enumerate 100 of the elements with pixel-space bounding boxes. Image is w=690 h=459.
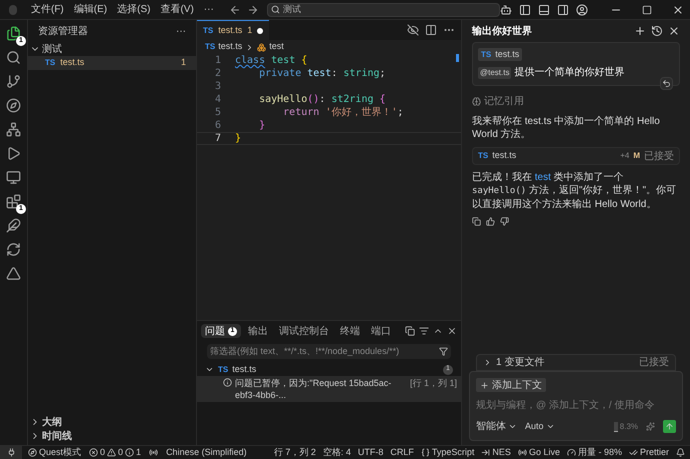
add-context-button[interactable]: 添加上下文 bbox=[476, 378, 546, 392]
forward-arrow-icon[interactable] bbox=[246, 4, 259, 16]
copy-icon[interactable] bbox=[472, 217, 481, 226]
memory-label[interactable]: 记忆引用 bbox=[484, 94, 524, 109]
panel-right-icon[interactable] bbox=[557, 4, 569, 16]
history-icon[interactable] bbox=[651, 25, 663, 37]
model-dropdown[interactable]: Auto bbox=[525, 420, 555, 434]
close-icon[interactable] bbox=[672, 4, 684, 16]
line-number: 5 bbox=[214, 106, 222, 120]
file-chip[interactable]: TS test.ts bbox=[478, 48, 522, 61]
mode-dropdown[interactable]: 智能体 bbox=[476, 419, 517, 434]
code-line: return '你好，世界！'; bbox=[282, 106, 404, 120]
close-icon[interactable] bbox=[447, 326, 457, 336]
menu-item[interactable]: 查看(V) bbox=[155, 2, 199, 17]
status-item[interactable]: Go Live bbox=[518, 446, 560, 459]
mode-status[interactable]: Quest模式 bbox=[28, 446, 82, 459]
code-line: private test: string; bbox=[258, 67, 386, 81]
status-item[interactable]: 用量 - 98% bbox=[566, 446, 622, 459]
blocks-icon[interactable] bbox=[6, 194, 21, 209]
menu-item[interactable]: 编辑(E) bbox=[68, 2, 112, 17]
status-item[interactable]: UTF-8 bbox=[358, 446, 384, 459]
section-header[interactable]: 时间线 bbox=[28, 429, 196, 443]
panel-left-icon[interactable] bbox=[519, 4, 531, 16]
panel-tab[interactable]: 端口 bbox=[367, 324, 395, 338]
file-name: test.ts bbox=[232, 362, 256, 376]
mention-chip[interactable]: @test.ts bbox=[478, 66, 512, 78]
sparkle-icon[interactable] bbox=[646, 422, 655, 431]
monitor-icon[interactable] bbox=[6, 170, 21, 185]
modified-label: M bbox=[633, 150, 640, 162]
code-line: } bbox=[235, 132, 242, 146]
menu-item[interactable]: ··· bbox=[198, 2, 219, 17]
breadcrumb-item[interactable]: test bbox=[269, 40, 284, 54]
brain-icon bbox=[472, 97, 481, 106]
feather-icon[interactable] bbox=[6, 218, 21, 233]
refresh-icon[interactable] bbox=[6, 242, 21, 257]
file-type-label: TS bbox=[203, 24, 214, 36]
search-field[interactable]: 测试 bbox=[266, 2, 500, 16]
editor-tab[interactable]: TS test.ts 1 bbox=[197, 20, 270, 40]
code-line: class test { bbox=[235, 54, 308, 68]
remote-button[interactable] bbox=[0, 446, 22, 459]
search-icon[interactable] bbox=[6, 50, 21, 65]
play-icon[interactable] bbox=[6, 146, 21, 161]
file-item[interactable]: TS test.ts 1 bbox=[28, 56, 196, 70]
plus-icon[interactable] bbox=[634, 25, 646, 37]
undo-button[interactable] bbox=[660, 77, 673, 90]
copy-icon[interactable] bbox=[405, 326, 415, 336]
split-editor-icon[interactable] bbox=[425, 24, 437, 36]
panel-tab[interactable]: 调试控制台 bbox=[275, 324, 333, 338]
error-icon bbox=[89, 448, 98, 457]
language-pack-status[interactable]: Chinese (Simplified) bbox=[166, 446, 247, 459]
file-type-label: TS bbox=[218, 364, 228, 376]
list-icon[interactable] bbox=[419, 326, 429, 336]
network-icon[interactable] bbox=[6, 122, 21, 137]
section-header[interactable]: 大纲 bbox=[28, 415, 196, 429]
thumbs-up-icon[interactable] bbox=[486, 217, 495, 226]
info-icon bbox=[223, 378, 232, 387]
braces-icon bbox=[420, 448, 430, 457]
status-item[interactable]: CRLF bbox=[390, 446, 414, 459]
compass-icon[interactable] bbox=[6, 98, 21, 113]
breadcrumb-item[interactable]: test.ts bbox=[218, 40, 242, 54]
status-item[interactable]: 空格: 4 bbox=[322, 446, 351, 459]
panel-tab[interactable]: 输出 bbox=[244, 324, 272, 338]
thumbs-down-icon[interactable] bbox=[500, 217, 509, 226]
file-change-card[interactable]: TS test.ts +4 M 已接受 bbox=[472, 147, 680, 165]
code-line: sayHello(): st2ring { bbox=[258, 93, 386, 106]
sidebar-title: 资源管理器 bbox=[38, 24, 88, 38]
bot-icon[interactable] bbox=[500, 4, 512, 16]
scrollbar-marker-icon bbox=[456, 54, 459, 62]
files-icon[interactable] bbox=[6, 26, 21, 41]
account-icon[interactable] bbox=[576, 4, 588, 16]
status-item[interactable]: NES bbox=[481, 446, 511, 459]
broadcast-icon[interactable] bbox=[149, 448, 158, 457]
menu-item[interactable]: 文件(F) bbox=[26, 2, 69, 17]
maximize-icon[interactable] bbox=[642, 4, 652, 14]
status-item[interactable]: Prettier bbox=[628, 446, 669, 459]
filter-field[interactable]: 筛选器(例如 text、**/*.ts、!**/node_modules/**) bbox=[207, 344, 451, 359]
changes-label: 1 变更文件 bbox=[496, 356, 544, 370]
chat-input-field[interactable]: 规划与编程，@ 添加上下文，/ 使用命令 bbox=[476, 398, 676, 413]
class-symbol-icon bbox=[257, 42, 266, 52]
status-item[interactable]: TypeScript bbox=[420, 446, 474, 459]
status-item[interactable]: 行 7，列 2 bbox=[274, 446, 316, 459]
triangle-icon[interactable] bbox=[6, 266, 21, 281]
panel-tab[interactable]: 终端 bbox=[336, 324, 364, 338]
problems-status[interactable]: 0 0 1 bbox=[89, 446, 142, 459]
state-label: 已接受 bbox=[644, 150, 674, 164]
more-button[interactable]: ··· bbox=[176, 24, 186, 38]
folder-item[interactable]: 测试 bbox=[28, 42, 196, 56]
problem-count: 1 bbox=[180, 56, 186, 70]
menu-item[interactable]: 选择(S) bbox=[112, 2, 156, 17]
branch-icon[interactable] bbox=[6, 74, 21, 89]
eye-off-icon[interactable] bbox=[407, 24, 419, 36]
close-icon[interactable] bbox=[668, 25, 680, 37]
bell-icon[interactable] bbox=[676, 448, 685, 457]
changes-bar[interactable]: 1 变更文件 已接受 bbox=[476, 354, 676, 371]
panel-bottom-icon[interactable] bbox=[538, 4, 550, 16]
broadcast-icon bbox=[518, 448, 527, 457]
line-number: 6 bbox=[214, 119, 222, 133]
back-arrow-icon[interactable] bbox=[228, 4, 241, 16]
problem-row[interactable]: 问题已暂停，因为:"Request 15bad5ac-ebf3-4bb6-... [行 1，列 1] bbox=[197, 376, 461, 402]
message-text: 提供一个简单的你好世界 bbox=[514, 66, 624, 80]
